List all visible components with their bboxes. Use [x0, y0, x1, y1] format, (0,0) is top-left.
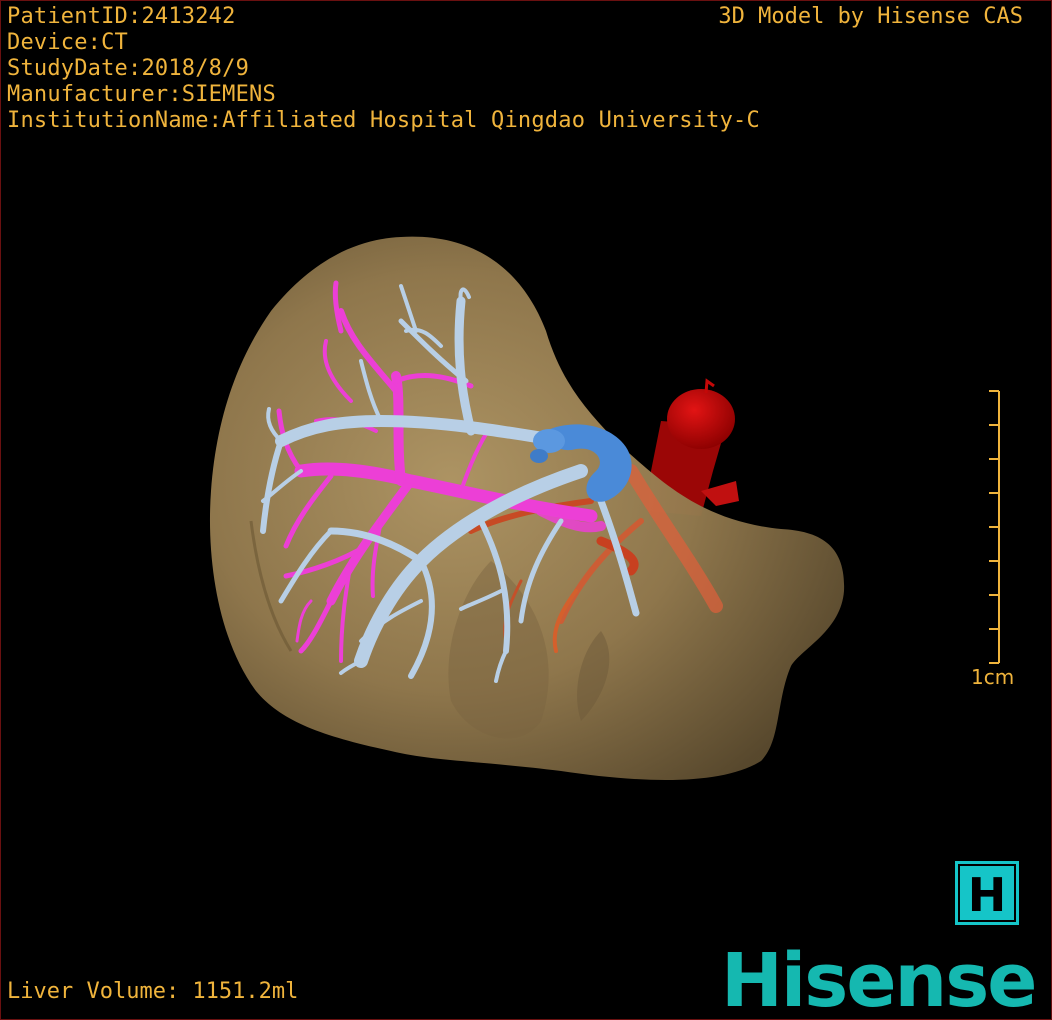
- liver-3d-model[interactable]: [1, 1, 1051, 1019]
- 3d-viewport[interactable]: PatientID:2413242 Device:CT StudyDate:20…: [0, 0, 1052, 1020]
- logo-letter: H: [968, 868, 1007, 922]
- institution-name-text: InstitutionName:Affiliated Hospital Qing…: [7, 108, 760, 133]
- scale-bar: [989, 390, 1000, 664]
- brand-name: Hisense: [721, 938, 1035, 1016]
- model-credit-text: 3D Model by Hisense CAS: [718, 4, 1023, 29]
- device-text: Device:CT: [7, 30, 129, 55]
- study-date-text: StudyDate:2018/8/9: [7, 56, 250, 81]
- hisense-logo: Hisense: [721, 938, 1037, 1016]
- liver-volume-text: Liver Volume: 1151.2ml: [7, 979, 299, 1004]
- hisense-h-icon: H: [955, 861, 1019, 925]
- manufacturer-text: Manufacturer:SIEMENS: [7, 82, 276, 107]
- scale-label: 1cm: [971, 665, 1015, 689]
- patient-id-text: PatientID:2413242: [7, 4, 236, 29]
